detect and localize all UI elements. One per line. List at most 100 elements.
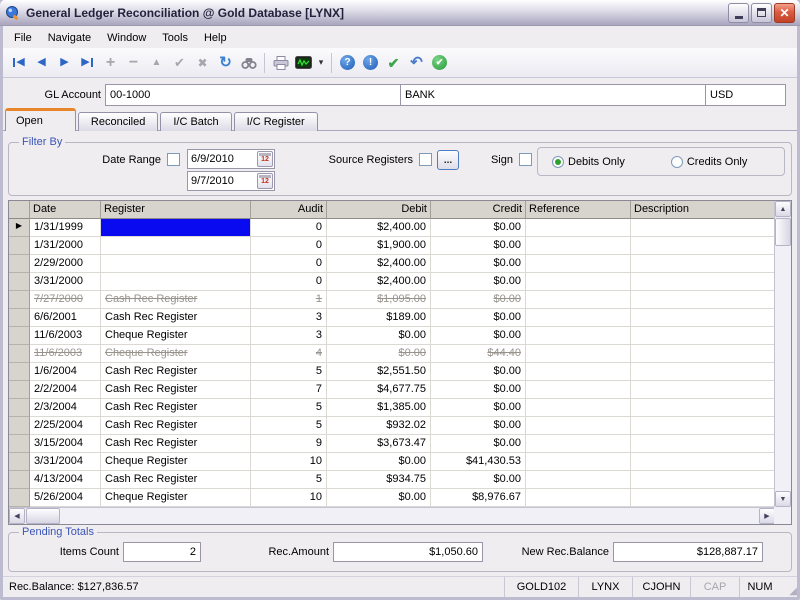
about-button[interactable]: ! [359,52,382,74]
cell-reference[interactable] [526,327,631,345]
cell-debit[interactable]: $0.00 [327,453,431,471]
row-selector[interactable] [9,363,30,381]
cell-debit[interactable]: $2,400.00 [327,219,431,237]
cell-reference[interactable] [526,219,631,237]
date-range-checkbox[interactable] [167,153,180,166]
cell-audit[interactable]: 1 [251,291,327,309]
cell-description[interactable] [631,363,774,381]
cell-credit[interactable]: $0.00 [431,219,526,237]
menu-file[interactable]: File [6,29,40,47]
cell-date[interactable]: 2/25/2004 [30,417,101,435]
tab-ic-batch[interactable]: I/C Batch [160,112,231,131]
cell-reference[interactable] [526,471,631,489]
refresh-button[interactable]: ↻ [214,52,237,74]
row-selector[interactable] [9,381,30,399]
cell-date[interactable]: 11/6/2003 [30,327,101,345]
print-button[interactable] [269,52,292,74]
cell-audit[interactable]: 3 [251,327,327,345]
cell-description[interactable] [631,453,774,471]
cell-register[interactable] [101,237,251,255]
cell-credit[interactable]: $0.00 [431,237,526,255]
cell-credit[interactable]: $8,976.67 [431,489,526,507]
cell-description[interactable] [631,255,774,273]
cell-credit[interactable]: $0.00 [431,471,526,489]
cell-date[interactable]: 6/6/2001 [30,309,101,327]
source-registers-checkbox[interactable] [419,153,432,166]
cell-debit[interactable]: $3,673.47 [327,435,431,453]
cell-date[interactable]: 11/6/2003 [30,345,101,363]
column-header-credit[interactable]: Credit [431,201,526,219]
cell-register[interactable]: Cheque Register [101,453,251,471]
cell-audit[interactable]: 4 [251,345,327,363]
cell-date[interactable]: 1/31/2000 [30,237,101,255]
prior-record-button[interactable]: ◀ [30,52,53,74]
new-rec-balance-field[interactable] [613,542,763,562]
row-selector[interactable] [9,453,30,471]
column-header-date[interactable]: Date [30,201,101,219]
cell-reference[interactable] [526,363,631,381]
cell-description[interactable] [631,417,774,435]
cell-register[interactable] [101,255,251,273]
cell-audit[interactable]: 0 [251,273,327,291]
cell-debit[interactable]: $932.02 [327,417,431,435]
cell-debit[interactable]: $2,400.00 [327,255,431,273]
cell-credit[interactable]: $0.00 [431,435,526,453]
cell-description[interactable] [631,435,774,453]
menu-help[interactable]: Help [196,29,235,47]
cell-reference[interactable] [526,273,631,291]
screen-options-button[interactable] [292,52,315,74]
rec-amount-field[interactable] [333,542,483,562]
scroll-down-button[interactable]: ▼ [775,491,791,507]
cell-reference[interactable] [526,291,631,309]
cell-debit[interactable]: $0.00 [327,327,431,345]
cell-description[interactable] [631,345,774,363]
gl-account-code-input[interactable] [105,84,401,106]
date-from-input[interactable] [188,153,257,165]
cell-audit[interactable]: 0 [251,219,327,237]
date-to-input[interactable] [188,175,257,187]
cell-description[interactable] [631,381,774,399]
cell-register[interactable] [101,273,251,291]
row-selector[interactable] [9,309,30,327]
cell-audit[interactable]: 7 [251,381,327,399]
cell-register[interactable]: Cash Rec Register [101,417,251,435]
cell-debit[interactable]: $2,551.50 [327,363,431,381]
help-button[interactable]: ? [336,52,359,74]
cell-register[interactable]: Cash Rec Register [101,309,251,327]
cell-debit[interactable]: $1,900.00 [327,237,431,255]
cell-audit[interactable]: 0 [251,237,327,255]
close-button[interactable]: ✕ [774,3,795,23]
cell-date[interactable]: 3/31/2000 [30,273,101,291]
source-registers-browse-button[interactable]: ... [437,150,459,170]
column-header-debit[interactable]: Debit [327,201,431,219]
row-selector[interactable] [9,327,30,345]
cell-register[interactable]: Cheque Register [101,345,251,363]
last-record-button[interactable]: ▶ [76,52,99,74]
next-record-button[interactable]: ▶ [53,52,76,74]
row-selector[interactable] [9,471,30,489]
cell-audit[interactable]: 5 [251,471,327,489]
row-selector[interactable] [9,273,30,291]
tab-ic-register[interactable]: I/C Register [234,112,318,131]
cell-debit[interactable]: $4,677.75 [327,381,431,399]
items-count-field[interactable] [123,542,201,562]
calendar-icon[interactable] [257,151,273,167]
cell-credit[interactable]: $0.00 [431,273,526,291]
cell-debit[interactable]: $934.75 [327,471,431,489]
scroll-up-button[interactable]: ▲ [775,201,791,217]
cell-register[interactable]: Cash Rec Register [101,291,251,309]
validate-button[interactable]: ✔ [382,52,405,74]
cell-register[interactable]: Cash Rec Register [101,435,251,453]
cell-debit[interactable]: $1,385.00 [327,399,431,417]
row-selector[interactable] [9,417,30,435]
undo-button[interactable]: ↶ [405,52,428,74]
cell-register[interactable]: Cash Rec Register [101,399,251,417]
cell-reference[interactable] [526,399,631,417]
cell-register[interactable]: Cheque Register [101,327,251,345]
cell-date[interactable]: 3/31/2004 [30,453,101,471]
cell-audit[interactable]: 10 [251,453,327,471]
cell-date[interactable]: 5/26/2004 [30,489,101,507]
cell-reference[interactable] [526,435,631,453]
cell-reference[interactable] [526,417,631,435]
column-header-register[interactable]: Register [101,201,251,219]
